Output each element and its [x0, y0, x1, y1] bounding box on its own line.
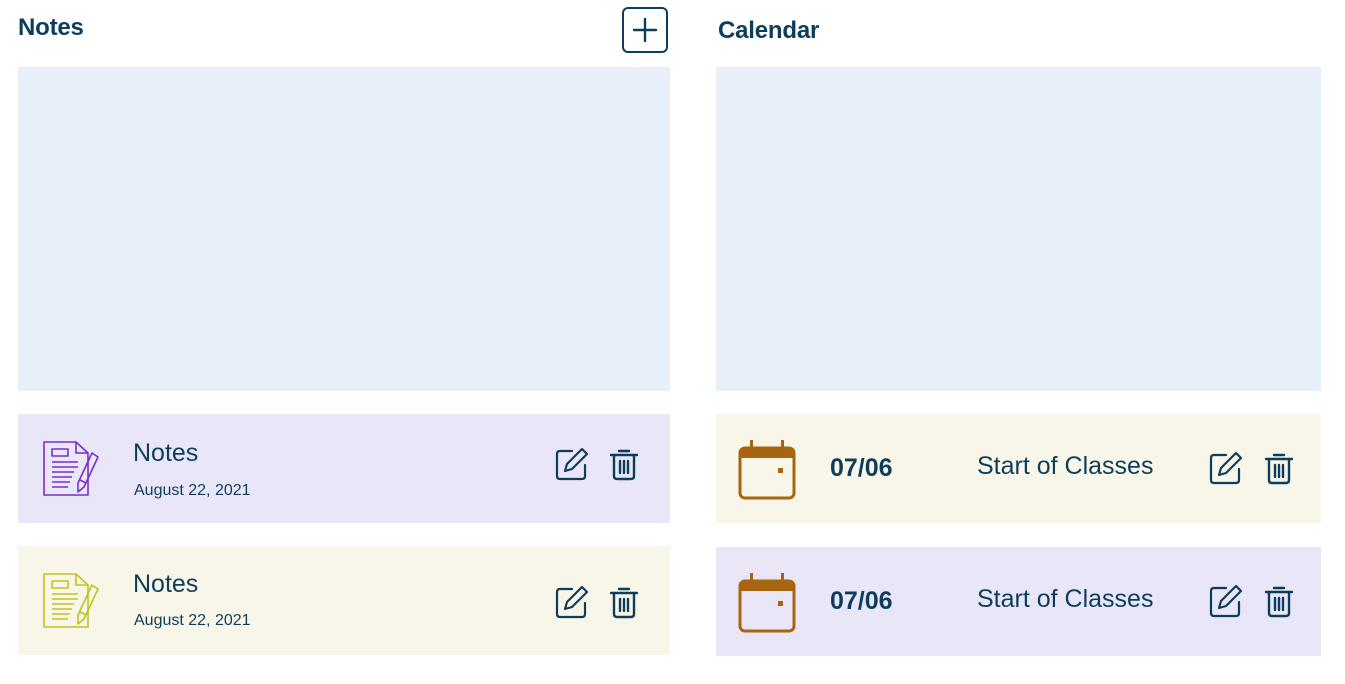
calendar-event-card[interactable]: 07/06 Start of Classes	[716, 414, 1321, 523]
notes-heading: Notes	[18, 14, 84, 41]
calendar-icon	[738, 573, 796, 633]
event-date: 07/06	[830, 587, 893, 615]
trash-icon[interactable]	[606, 584, 642, 620]
pencil-square-icon[interactable]	[1208, 450, 1244, 486]
note-card[interactable]: Notes August 22, 2021	[18, 414, 670, 523]
event-date: 07/06	[830, 454, 893, 482]
note-document-icon	[43, 441, 99, 496]
add-note-button[interactable]	[622, 7, 668, 53]
plus-icon	[632, 17, 658, 43]
pencil-square-icon[interactable]	[1208, 583, 1244, 619]
pencil-square-icon[interactable]	[554, 446, 590, 482]
trash-icon[interactable]	[1261, 583, 1297, 619]
calendar-heading: Calendar	[718, 17, 820, 44]
note-date: August 22, 2021	[134, 612, 251, 629]
trash-icon[interactable]	[606, 446, 642, 482]
note-date: August 22, 2021	[134, 482, 251, 499]
calendar-icon	[738, 440, 796, 500]
note-title: Notes	[133, 570, 199, 598]
event-title: Start of Classes	[977, 585, 1154, 613]
calendar-panel	[716, 67, 1321, 391]
note-title: Notes	[133, 439, 199, 467]
pencil-square-icon[interactable]	[554, 584, 590, 620]
notes-panel	[18, 67, 670, 391]
note-card[interactable]: Notes August 22, 2021	[18, 546, 670, 655]
event-title: Start of Classes	[977, 452, 1154, 480]
calendar-event-card[interactable]: 07/06 Start of Classes	[716, 547, 1321, 656]
note-document-icon	[43, 573, 99, 628]
trash-icon[interactable]	[1261, 450, 1297, 486]
